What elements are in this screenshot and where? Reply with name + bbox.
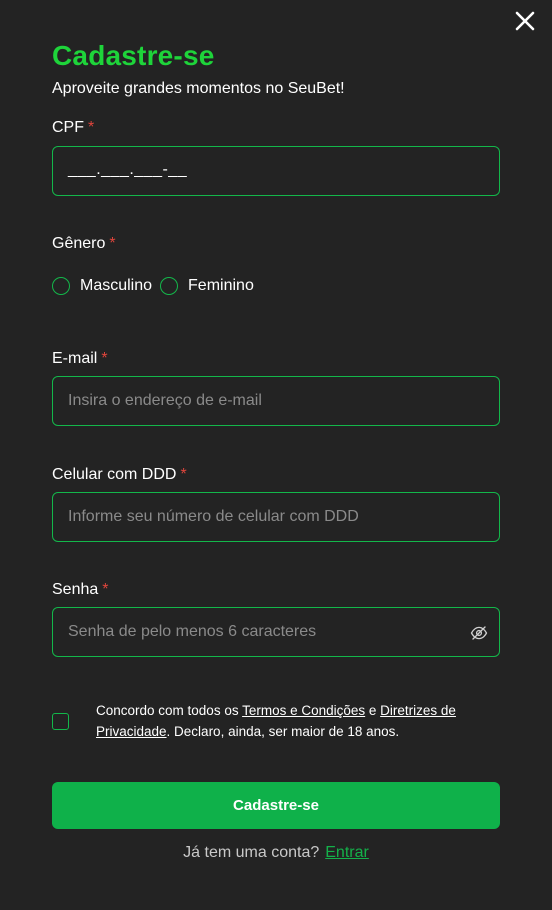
eye-off-icon[interactable] <box>470 624 488 642</box>
signup-submit-button[interactable]: Cadastre-se <box>52 782 500 829</box>
password-label-text: Senha <box>52 581 99 598</box>
gender-option-feminino[interactable]: Feminino <box>160 277 254 295</box>
required-mark: * <box>88 119 95 136</box>
terms-text: Concordo com todos os Termos e Condições… <box>96 700 476 742</box>
terms-link[interactable]: Termos e Condições <box>242 703 365 718</box>
cpf-label-text: CPF <box>52 119 84 136</box>
password-field-box <box>52 607 500 657</box>
password-label: Senha * <box>52 581 109 599</box>
required-mark: * <box>102 581 109 598</box>
cpf-field[interactable]: ___.___.___-__ <box>52 146 500 196</box>
terms-suffix: . Declaro, ainda, ser maior de 18 anos. <box>166 724 400 739</box>
gender-label: Gênero * <box>52 235 116 253</box>
login-row: Já tem uma conta? Entrar <box>0 844 552 862</box>
email-field-box <box>52 376 500 426</box>
page-title: Cadastre-se <box>52 40 215 71</box>
phone-label: Celular com DDD * <box>52 466 187 484</box>
gender-option-masculino[interactable]: Masculino <box>52 277 152 295</box>
phone-field-box <box>52 492 500 542</box>
close-icon <box>515 11 535 31</box>
required-mark: * <box>101 350 108 367</box>
radio-button[interactable] <box>160 277 179 295</box>
gender-label-text: Gênero <box>52 235 106 252</box>
radio-label: Masculino <box>80 277 153 294</box>
email-label: E-mail * <box>52 350 108 368</box>
cpf-label: CPF * <box>52 119 94 137</box>
required-mark: * <box>109 235 116 252</box>
required-mark: * <box>180 466 187 483</box>
terms-prefix: Concordo com todos os <box>96 703 243 718</box>
email-input[interactable] <box>53 377 499 425</box>
email-label-text: E-mail <box>52 350 98 367</box>
close-button[interactable] <box>510 6 540 36</box>
login-question: Já tem uma conta? <box>183 844 320 861</box>
gender-radio-group: Masculino Feminino <box>52 277 262 295</box>
login-link[interactable]: Entrar <box>325 844 369 861</box>
page-subtitle: Aproveite grandes momentos no SeuBet! <box>52 80 345 97</box>
terms-checkbox[interactable] <box>52 713 69 730</box>
radio-label: Feminino <box>188 277 254 294</box>
radio-button[interactable] <box>52 277 70 295</box>
phone-label-text: Celular com DDD <box>52 466 177 483</box>
signup-modal: Cadastre-se Aproveite grandes momentos n… <box>0 0 552 910</box>
terms-conjunction: e <box>365 703 381 718</box>
password-input[interactable] <box>53 608 499 656</box>
phone-input[interactable] <box>53 493 499 541</box>
cpf-mask: ___.___.___-__ <box>68 161 188 178</box>
